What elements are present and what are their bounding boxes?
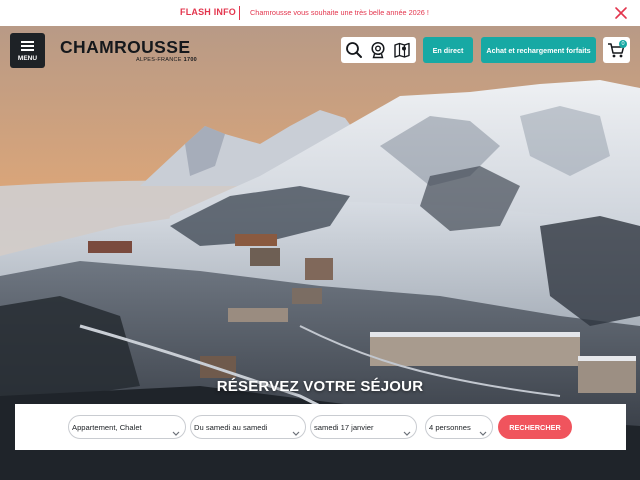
menu-label: MENU xyxy=(17,55,38,62)
logo-wordmark: CHAMROUSSE xyxy=(60,37,191,57)
chevron-down-icon xyxy=(172,424,180,436)
booking-title: RÉSERVEZ VOTRE SÉJOUR xyxy=(216,378,424,395)
header-tools xyxy=(341,37,416,63)
buy-ski-pass-button[interactable]: Achat et rechargement forfaits xyxy=(481,37,596,63)
menu-bar-bottom xyxy=(21,49,34,51)
guests-value: 4 personnes xyxy=(429,423,471,432)
map-icon[interactable] xyxy=(392,40,412,60)
close-icon[interactable] xyxy=(612,4,630,22)
search-button[interactable]: RECHERCHER xyxy=(498,415,572,439)
logo-region: ALPES-FRANCE xyxy=(136,57,182,63)
live-button[interactable]: En direct xyxy=(423,37,473,63)
date-select[interactable]: samedi 17 janvier xyxy=(310,415,417,439)
logo-altitude: 1700 xyxy=(183,57,198,63)
menu-button[interactable]: MENU xyxy=(10,33,45,68)
flash-info-bar: FLASH INFO Chamrousse vous souhaite une … xyxy=(0,0,640,26)
guests-select[interactable]: 4 personnes xyxy=(425,415,493,439)
booking-panel: Appartement, Chalet Du samedi au samedi … xyxy=(15,404,626,450)
cart-button[interactable]: 0 xyxy=(603,37,630,63)
chevron-down-icon xyxy=(479,424,487,436)
chevron-down-icon xyxy=(403,424,411,436)
logo-subtitle: ALPES-FRANCE 1700 xyxy=(136,57,197,63)
period-value: Du samedi au samedi xyxy=(194,423,268,432)
site-logo[interactable]: CHAMROUSSE ALPES-FRANCE 1700 xyxy=(60,37,202,67)
accommodation-value: Appartement, Chalet xyxy=(72,423,142,432)
accommodation-select[interactable]: Appartement, Chalet xyxy=(68,415,186,439)
cart-count-badge: 0 xyxy=(619,40,627,48)
webcam-icon[interactable] xyxy=(368,40,388,60)
chevron-down-icon xyxy=(292,424,300,436)
period-select[interactable]: Du samedi au samedi xyxy=(190,415,306,439)
search-icon[interactable] xyxy=(344,40,364,60)
menu-bar-middle xyxy=(21,45,34,47)
flash-info-label: FLASH INFO xyxy=(180,7,236,17)
date-value: samedi 17 janvier xyxy=(314,423,374,432)
menu-bar-top xyxy=(21,41,34,43)
flash-info-message[interactable]: Chamrousse vous souhaite une très belle … xyxy=(250,8,429,17)
flash-divider xyxy=(239,6,240,20)
